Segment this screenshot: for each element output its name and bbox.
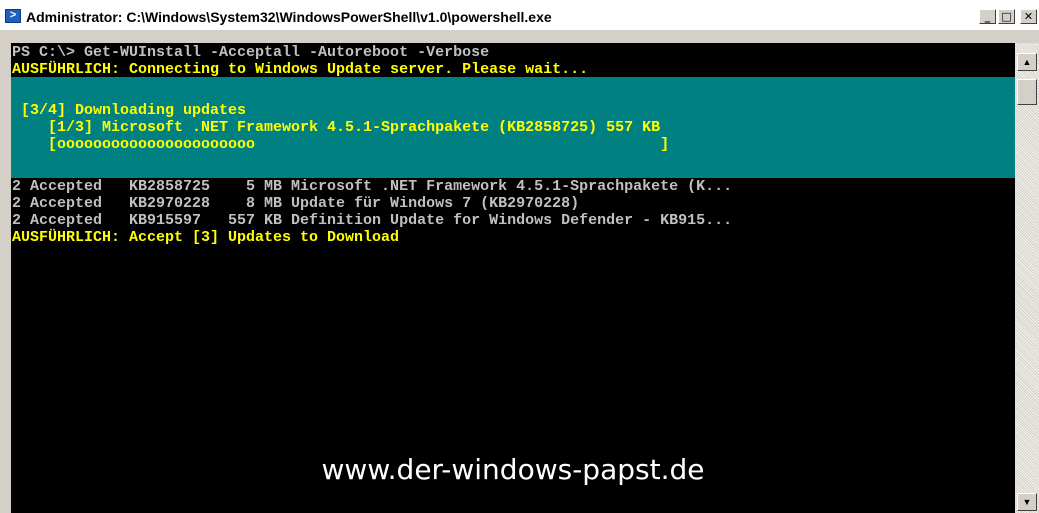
close-button[interactable]: ✕: [1020, 9, 1037, 24]
scroll-up-icon: ▲: [1022, 57, 1032, 67]
command-line: PS C:\> Get-WUInstall -Acceptall -Autore…: [12, 44, 490, 61]
scroll-down-button[interactable]: ▼: [1017, 493, 1037, 511]
output-row: 2 Accepted KB915597 557 KB Definition Up…: [12, 212, 733, 229]
verbose-line: AUSFÜHRLICH: Accept [3] Updates to Downl…: [12, 229, 400, 246]
maximize-icon: □: [1001, 10, 1012, 23]
progress-status: [1/3] Microsoft .NET Framework 4.5.1-Spr…: [12, 119, 661, 136]
watermark: www.der-windows-papst.de: [321, 453, 705, 486]
maximize-button[interactable]: □: [998, 9, 1015, 24]
vertical-scrollbar[interactable]: ▲ ▼: [1015, 43, 1039, 513]
progress-block: [3/4] Downloading updates [1/3] Microsof…: [11, 77, 1015, 178]
scroll-thumb[interactable]: [1017, 79, 1037, 105]
output-row: 2 Accepted KB2858725 5 MB Microsoft .NET…: [12, 178, 733, 195]
close-icon: ✕: [1023, 10, 1034, 23]
scroll-up-button[interactable]: ▲: [1017, 53, 1037, 71]
console-output[interactable]: PS C:\> Get-WUInstall -Acceptall -Autore…: [11, 43, 1015, 513]
progress-activity: [3/4] Downloading updates: [12, 102, 247, 119]
powershell-window: > Administrator: C:\Windows\System32\Win…: [0, 0, 1039, 513]
scroll-down-icon: ▼: [1022, 497, 1032, 507]
minimize-icon: _: [984, 10, 991, 23]
minimize-button[interactable]: _: [979, 9, 996, 24]
window-title: Administrator: C:\Windows\System32\Windo…: [26, 9, 552, 25]
progress-bar: [oooooooooooooooooooooo ]: [12, 136, 670, 153]
powershell-icon: >: [5, 9, 21, 23]
output-row: 2 Accepted KB2970228 8 MB Update für Win…: [12, 195, 580, 212]
verbose-line: AUSFÜHRLICH: Connecting to Windows Updat…: [12, 61, 589, 78]
title-bar[interactable]: > Administrator: C:\Windows\System32\Win…: [0, 0, 1039, 30]
